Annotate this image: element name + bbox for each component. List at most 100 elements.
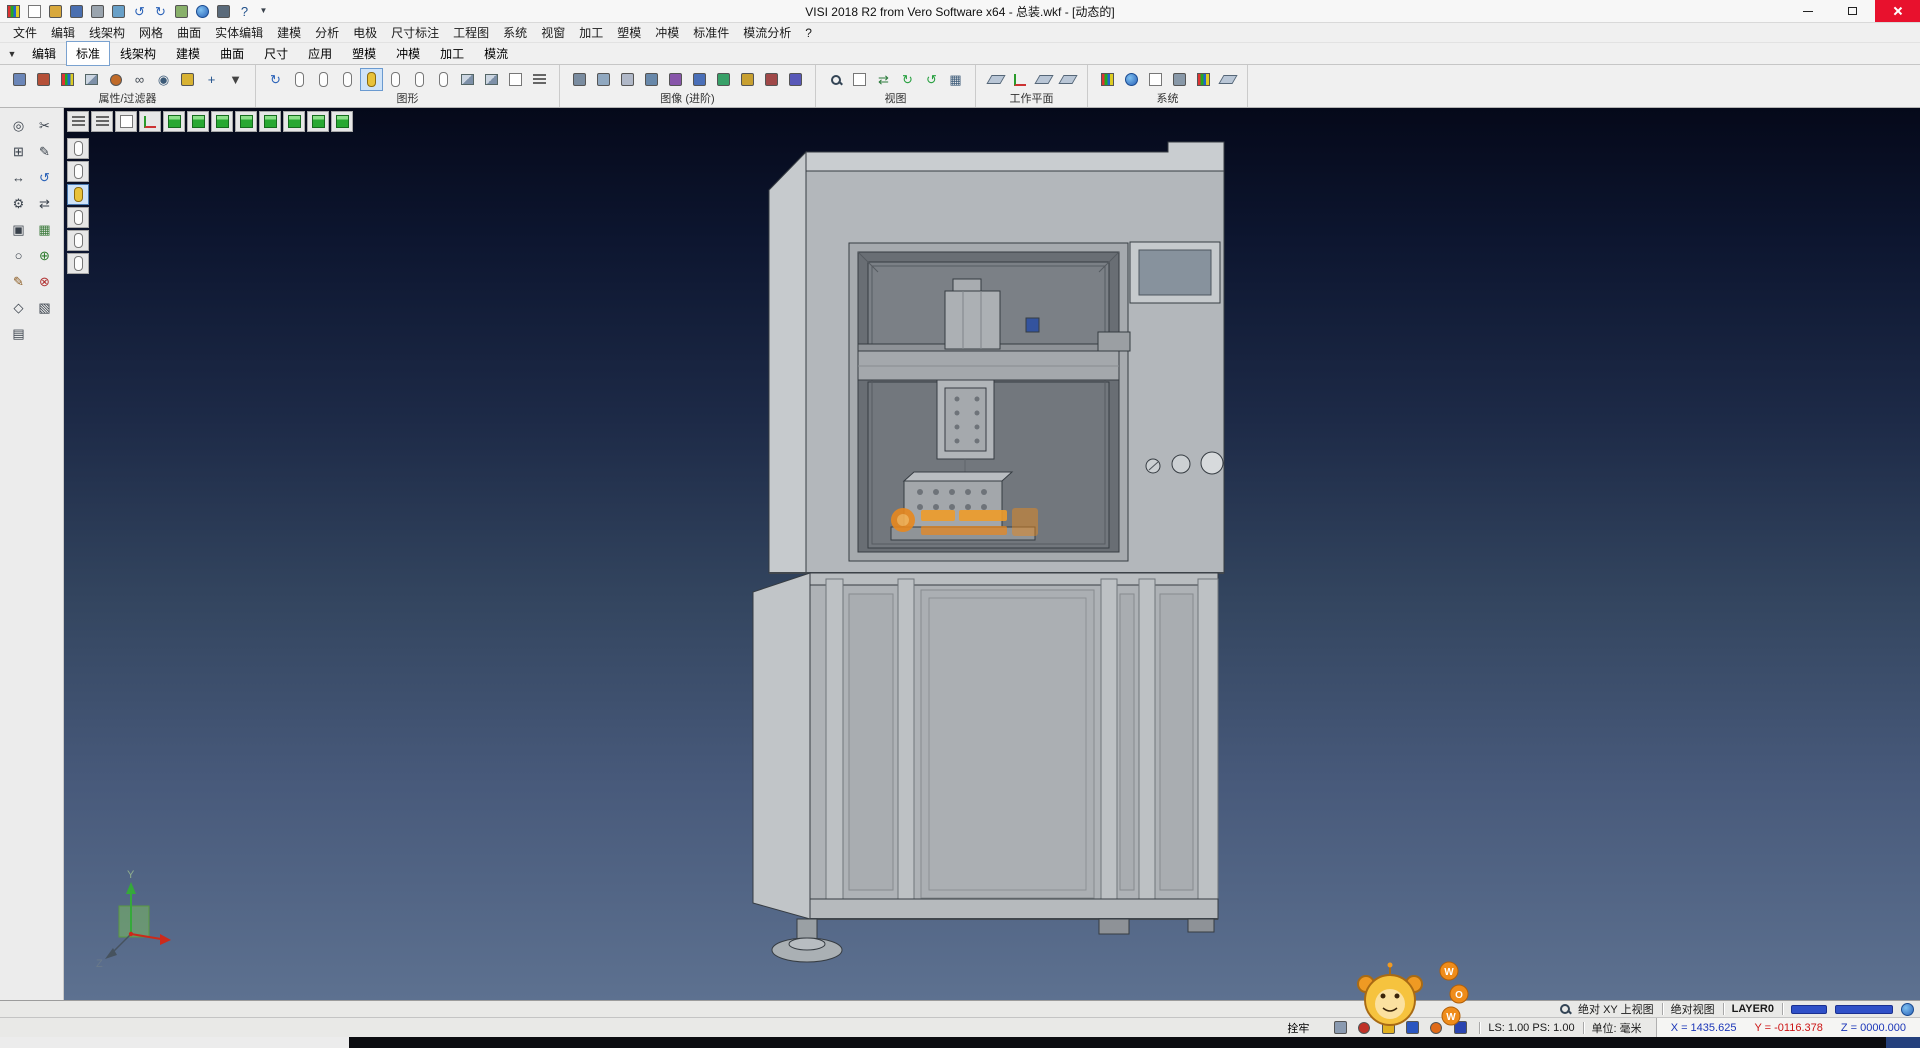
tab-standard[interactable]: 标准	[66, 41, 110, 66]
color-palette-icon[interactable]	[1096, 68, 1119, 91]
tab-surface[interactable]: 曲面	[210, 41, 254, 66]
open-file-icon[interactable]	[46, 2, 65, 20]
menu-die[interactable]: 冲模	[648, 22, 686, 43]
tab-mold[interactable]: 塑模	[342, 41, 386, 66]
filter-icon[interactable]	[32, 68, 55, 91]
tab-dimension[interactable]: 尺寸	[254, 41, 298, 66]
view-mode[interactable]: 绝对视图	[1671, 1001, 1715, 1017]
machine-3d-model[interactable]	[64, 108, 1920, 1000]
zoom-fit-icon[interactable]	[824, 68, 847, 91]
taskbar-button[interactable]	[1886, 1037, 1920, 1048]
menu-dimension[interactable]: 尺寸标注	[384, 22, 446, 43]
cut-icon[interactable]: ✂	[33, 114, 57, 137]
tab-flow[interactable]: 模流	[474, 41, 518, 66]
align-workplane-icon[interactable]	[1032, 68, 1055, 91]
pan-icon[interactable]: ⇄	[872, 68, 895, 91]
menu-edit[interactable]: 编辑	[44, 22, 82, 43]
origin-workplane-icon[interactable]	[1056, 68, 1079, 91]
transparency-icon[interactable]	[736, 68, 759, 91]
menu-solid-edit[interactable]: 实体编辑	[208, 22, 270, 43]
redraw-icon[interactable]: ▦	[944, 68, 967, 91]
capture-icon[interactable]	[109, 2, 128, 20]
hatch-icon[interactable]: ▤	[7, 322, 31, 345]
layer-filter-icon[interactable]	[80, 68, 103, 91]
bounding-box-icon[interactable]	[504, 68, 527, 91]
twin-cylinder-icon[interactable]	[408, 68, 431, 91]
tab-application[interactable]: 应用	[298, 41, 342, 66]
regen-icon[interactable]: ↻	[264, 68, 287, 91]
left-view-icon[interactable]	[259, 111, 281, 132]
hidden-line-icon[interactable]	[616, 68, 639, 91]
slanted-plane-icon[interactable]	[1216, 68, 1239, 91]
shade-icon[interactable]: ▧	[33, 296, 57, 319]
material-icon[interactable]	[760, 68, 783, 91]
front-view-icon[interactable]	[211, 111, 233, 132]
menu-file[interactable]: 文件	[6, 22, 44, 43]
close-button[interactable]	[1875, 0, 1920, 22]
filter-curves-icon[interactable]	[67, 161, 89, 182]
tab-edit[interactable]: 编辑	[22, 41, 66, 66]
panel-toggle-icon[interactable]	[1331, 1020, 1349, 1036]
top-view-icon[interactable]	[187, 111, 209, 132]
calculator-icon[interactable]	[172, 2, 191, 20]
snap-grid-icon[interactable]: ⊞	[7, 140, 31, 163]
filter-options-icon[interactable]: ▼	[224, 68, 247, 91]
menu-surface[interactable]: 曲面	[170, 22, 208, 43]
menu-window[interactable]: 视窗	[534, 22, 572, 43]
properties-icon[interactable]	[8, 68, 31, 91]
app-logo-icon[interactable]	[4, 2, 23, 20]
print-icon[interactable]	[88, 2, 107, 20]
iso-view-icon[interactable]	[163, 111, 185, 132]
monitor-icon[interactable]	[214, 2, 233, 20]
axonometric-view-icon[interactable]	[331, 111, 353, 132]
cylinder-filter-icon[interactable]	[336, 68, 359, 91]
sphere-icon[interactable]: ○	[7, 244, 31, 267]
wireframe-view-icon[interactable]	[592, 68, 615, 91]
previous-view-icon[interactable]: ↺	[920, 68, 943, 91]
back-view-icon[interactable]	[283, 111, 305, 132]
maximize-button[interactable]	[1830, 0, 1875, 22]
new-window-icon[interactable]	[115, 111, 137, 132]
workplane-axes-icon[interactable]	[1008, 68, 1031, 91]
filter-points-icon[interactable]	[67, 138, 89, 159]
world-icon[interactable]	[193, 2, 212, 20]
cylinder-filter-icon[interactable]	[288, 68, 311, 91]
help-icon[interactable]: ?	[235, 2, 254, 20]
menu-flow-analysis[interactable]: 模流分析	[736, 22, 798, 43]
filter-meshes-icon[interactable]	[67, 230, 89, 251]
cylinder-filter-icon[interactable]	[312, 68, 335, 91]
bottom-view-icon[interactable]	[307, 111, 329, 132]
magnet-icon[interactable]	[104, 68, 127, 91]
cylinder-filter-icon[interactable]	[384, 68, 407, 91]
section-view-icon[interactable]	[640, 68, 663, 91]
lock-toggle[interactable]: 拴牢	[1281, 1019, 1315, 1037]
undo-icon[interactable]: ↺	[130, 2, 149, 20]
checker-icon[interactable]	[1192, 68, 1215, 91]
tab-machining[interactable]: 加工	[430, 41, 474, 66]
filter-surfaces-icon[interactable]	[67, 207, 89, 228]
select-icon[interactable]: ◎	[7, 114, 31, 137]
swap-icon[interactable]: ⇄	[33, 192, 57, 215]
advanced-display-icon[interactable]	[784, 68, 807, 91]
menu-analysis[interactable]: 分析	[308, 22, 346, 43]
tab-dropdown-chevron[interactable]: ▼	[2, 45, 22, 63]
snapshot-icon[interactable]	[1168, 68, 1191, 91]
lighting-icon[interactable]	[712, 68, 735, 91]
twin-cylinder-icon[interactable]	[432, 68, 455, 91]
3d-viewport[interactable]: Y Z	[64, 108, 1920, 1000]
minimize-button[interactable]	[1785, 0, 1830, 22]
mesh-icon[interactable]: ▦	[33, 218, 57, 241]
display-list-icon[interactable]	[528, 68, 551, 91]
workplane-icon[interactable]	[984, 68, 1007, 91]
menu-mold[interactable]: 塑模	[610, 22, 648, 43]
undo-icon[interactable]: ↺	[33, 166, 57, 189]
menu-help[interactable]: ?	[798, 24, 819, 42]
edit-icon[interactable]: ✎	[33, 140, 57, 163]
filter-solids-icon[interactable]	[67, 184, 89, 205]
menu-standard-parts[interactable]: 标准件	[686, 22, 736, 43]
texture-icon[interactable]	[688, 68, 711, 91]
add-icon[interactable]: ⊕	[33, 244, 57, 267]
tab-modeling[interactable]: 建模	[166, 41, 210, 66]
view-orientation[interactable]: 绝对 XY 上视图	[1578, 1001, 1654, 1017]
move-icon[interactable]: ↔	[7, 166, 31, 189]
